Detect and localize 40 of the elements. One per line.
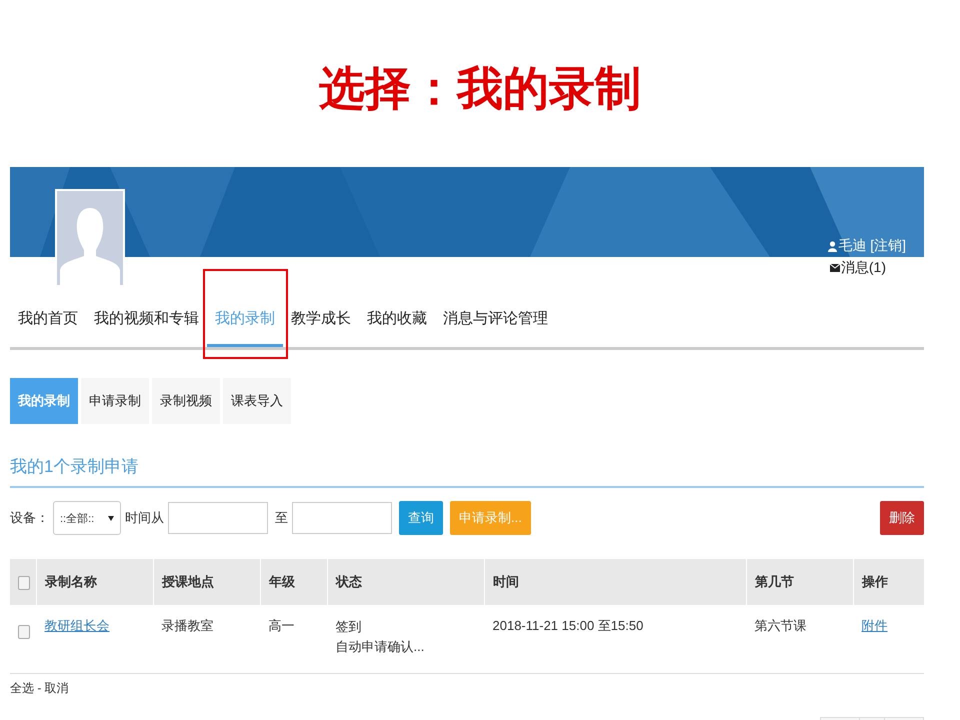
table-cell: 高一 bbox=[260, 605, 328, 673]
nav-tab[interactable]: 我的视频和专辑 bbox=[86, 291, 207, 347]
status-text: 自动申请确认... bbox=[336, 638, 426, 656]
column-header: 年级 bbox=[260, 559, 328, 605]
section-heading: 我的1个录制申请 bbox=[10, 456, 924, 488]
row-checkbox[interactable] bbox=[18, 624, 30, 639]
delete-button[interactable]: 删除 bbox=[880, 501, 924, 535]
user-icon bbox=[828, 240, 838, 252]
column-header: 时间 bbox=[484, 559, 746, 605]
select-all-checkbox[interactable] bbox=[18, 576, 30, 590]
column-header: 授课地点 bbox=[154, 559, 260, 605]
sub-tab[interactable]: 录制视频 bbox=[152, 378, 220, 424]
end-time-field[interactable] bbox=[292, 502, 392, 534]
table-cell: 录播教室 bbox=[154, 605, 260, 673]
table-cell: 2018-11-21 15:00 至15:50 bbox=[484, 605, 746, 673]
caret-icon bbox=[108, 516, 114, 520]
column-header: 操作 bbox=[854, 559, 924, 605]
status-text: 签到 bbox=[336, 618, 362, 636]
sub-tab[interactable]: 课表导入 bbox=[223, 378, 291, 424]
device-dropdown[interactable]: ::全部:: bbox=[53, 501, 121, 535]
start-time-field[interactable] bbox=[168, 502, 268, 534]
table-cell: 第六节课 bbox=[746, 605, 854, 673]
nav-tab[interactable]: 我的首页 bbox=[10, 291, 86, 347]
device-label: 设备： bbox=[10, 509, 49, 527]
nav-tab[interactable]: 消息与评论管理 bbox=[435, 291, 556, 347]
column-header: 状态 bbox=[328, 559, 484, 605]
recording-name-link[interactable]: 教研组长会 bbox=[44, 618, 110, 633]
select-all-text: 全选 - 取消 bbox=[10, 680, 70, 696]
user-logout-link[interactable]: 毛迪 [注销] bbox=[838, 237, 906, 255]
messages-link[interactable]: 消息(1) bbox=[830, 259, 886, 277]
slide-title: 选择：我的录制 bbox=[319, 62, 641, 116]
nav-tab[interactable]: 我的收藏 bbox=[359, 291, 435, 347]
nav-tab[interactable]: 教学成长 bbox=[283, 291, 359, 347]
attachment-link[interactable]: 附件 bbox=[862, 618, 888, 633]
sub-tab[interactable]: 申请录制 bbox=[81, 378, 149, 424]
envelope-icon bbox=[830, 264, 840, 272]
time-from-label: 时间从 bbox=[125, 509, 164, 527]
to-label: 至 bbox=[275, 509, 288, 527]
column-header: 录制名称 bbox=[36, 559, 154, 605]
column-header: 第几节 bbox=[746, 559, 854, 605]
